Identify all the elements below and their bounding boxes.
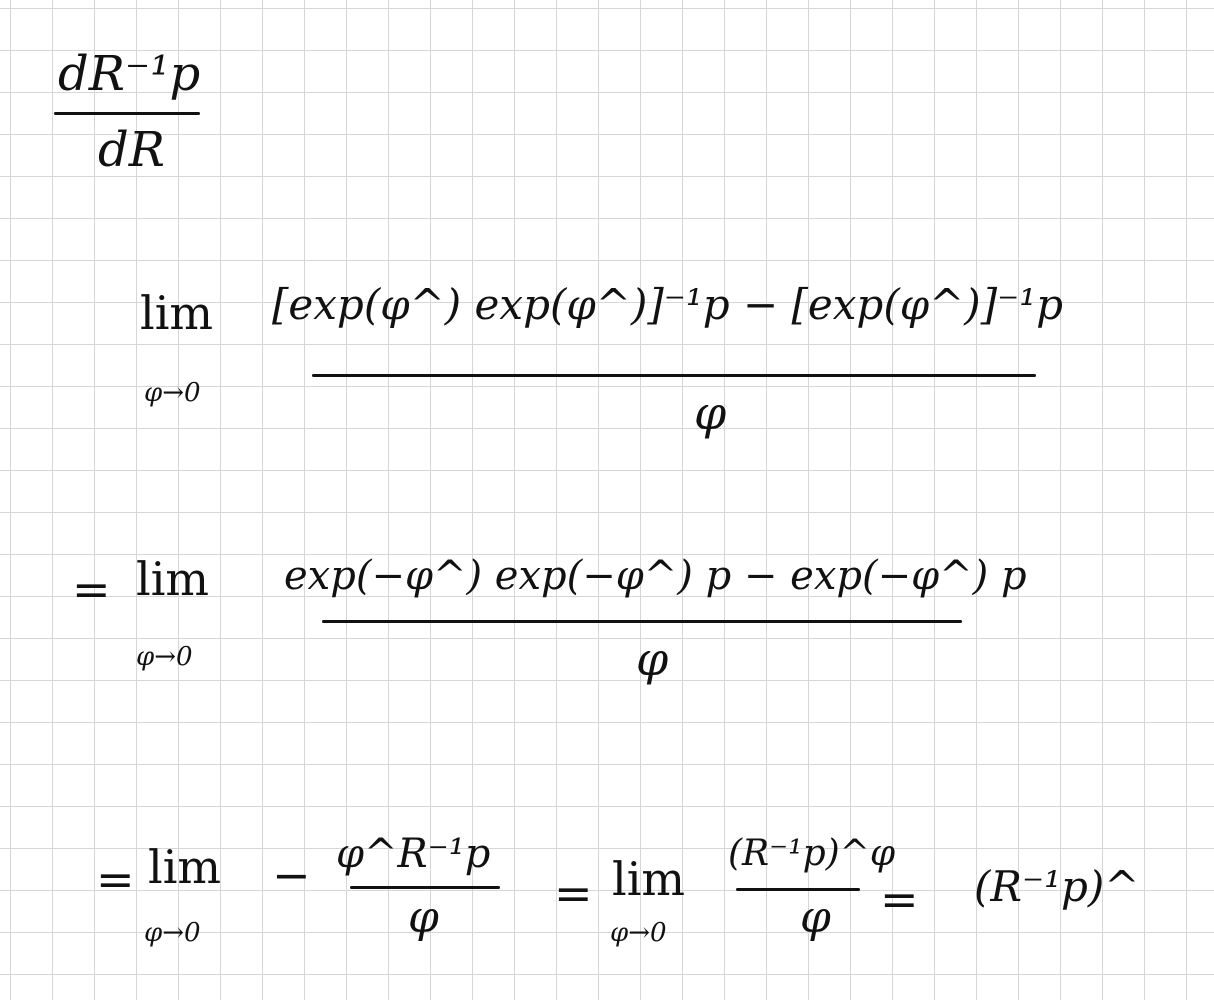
line3-numerator-b: (R⁻¹p)^φ <box>728 833 896 874</box>
line3-minus: − <box>272 848 311 902</box>
line3-result: (R⁻¹p)^ <box>974 862 1140 911</box>
line2-equals: = <box>72 562 111 616</box>
line3-lim-subscript: φ→0 <box>144 918 201 948</box>
line1-denominator: φ <box>694 386 727 440</box>
line3-denominator-a: φ <box>408 892 439 943</box>
derivative-numerator: dR⁻¹p <box>58 46 201 102</box>
line3-lim: lim <box>148 840 222 894</box>
line3-equals: = <box>96 852 135 906</box>
line3-fraction-bar-b <box>736 888 860 891</box>
line2-lim-subscript: φ→0 <box>136 642 193 672</box>
notebook-page: dR⁻¹p dR lim φ→0 [exp(φ^) exp(φ^)]⁻¹p − … <box>0 0 1214 1000</box>
line1-lim-subscript: φ→0 <box>144 378 201 408</box>
line3-lim2-subscript: φ→0 <box>610 918 667 948</box>
line3-denominator-b: φ <box>800 892 831 943</box>
line3-fraction-bar-a <box>350 886 500 889</box>
line1-lim: lim <box>140 286 214 340</box>
line2-denominator: φ <box>636 632 669 686</box>
derivative-denominator: dR <box>98 122 165 178</box>
line1-numerator: [exp(φ^) exp(φ^)]⁻¹p − [exp(φ^)]⁻¹p <box>272 280 1063 329</box>
line3-lim-2: lim <box>612 852 686 906</box>
line2-fraction-bar <box>322 620 962 623</box>
line1-fraction-bar <box>312 374 1036 377</box>
line2-numerator: exp(−φ^) exp(−φ^) p − exp(−φ^) p <box>284 553 1027 599</box>
line3-equals-3: = <box>880 872 919 926</box>
derivative-fraction-bar <box>54 112 200 115</box>
line2-lim: lim <box>136 552 210 606</box>
line3-numerator-a: φ^R⁻¹p <box>336 831 491 877</box>
line3-equals-2: = <box>554 866 593 920</box>
